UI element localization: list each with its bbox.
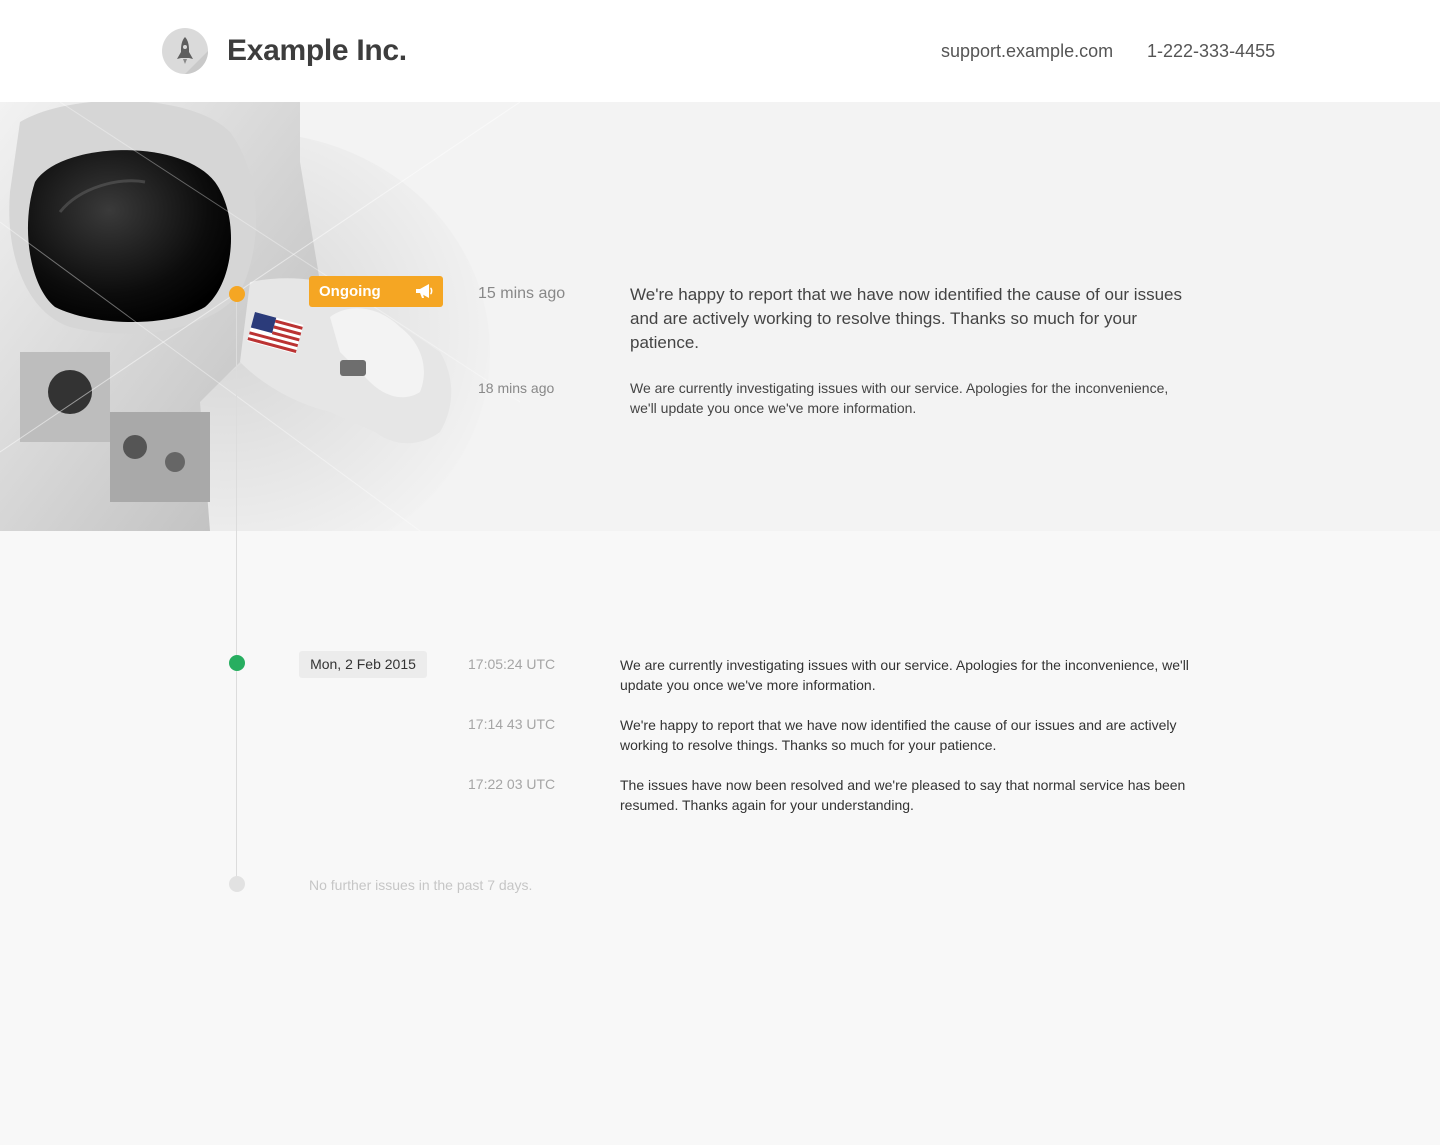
history-message: We are currently investigating issues wi…: [620, 657, 1189, 693]
history-time: 17:22 03 UTC: [468, 776, 556, 792]
update-time-ago: 15 mins ago: [478, 285, 566, 302]
phone-number[interactable]: 1-222-333-4455: [1147, 41, 1275, 62]
timeline-line: [236, 293, 237, 885]
ongoing-marker: [229, 286, 245, 302]
astronaut-illustration: [0, 102, 520, 531]
history-time: 17:05:24 UTC: [468, 656, 556, 672]
status-label: Ongoing: [319, 283, 381, 300]
update-message: We're happy to report that we have now i…: [630, 285, 1182, 352]
brand-name[interactable]: Example Inc.: [227, 34, 407, 68]
ongoing-status-badge[interactable]: Ongoing: [309, 276, 443, 307]
history-time: 17:14 43 UTC: [468, 716, 556, 732]
history-message: The issues have now been resolved and we…: [620, 777, 1186, 813]
update-time-ago: 18 mins ago: [478, 380, 555, 396]
no-further-issues-note: No further issues in the past 7 days.: [309, 877, 533, 893]
megaphone-icon: [416, 284, 433, 298]
support-link[interactable]: support.example.com: [941, 41, 1113, 62]
rocket-icon: [177, 37, 208, 74]
update-message: We are currently investigating issues wi…: [630, 380, 1169, 416]
timeline-end-marker: [229, 876, 245, 892]
resolved-marker: [229, 655, 245, 671]
logo[interactable]: [162, 28, 208, 74]
history-message: We're happy to report that we have now i…: [620, 717, 1177, 753]
header: Example Inc. support.example.com 1-222-3…: [0, 0, 1440, 102]
history-date: Mon, 2 Feb 2015: [299, 651, 427, 678]
